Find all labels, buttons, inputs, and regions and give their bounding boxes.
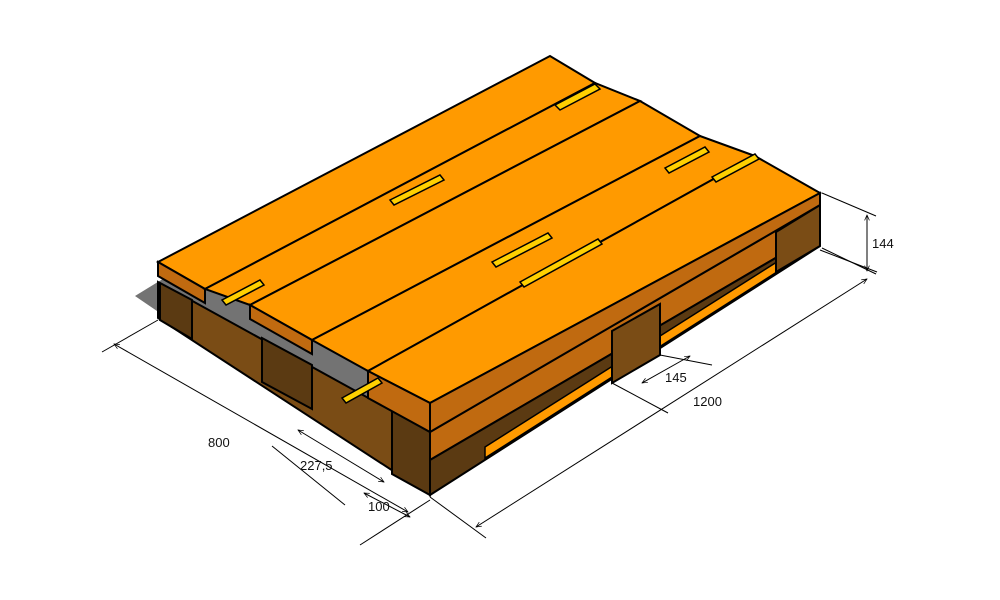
dimension-label-board-width: 227,5 [300, 458, 333, 473]
dimension-label-block-width: 100 [368, 499, 390, 514]
length-extension-right [819, 249, 878, 273]
height-extension-top [821, 192, 877, 217]
pallet-drawing: 144 1200 800 145 227,5 100 [101, 54, 894, 546]
width-extension-left [101, 319, 159, 353]
dimension-label-width: 800 [208, 435, 230, 450]
length-extension-left [429, 496, 487, 539]
pallet-diagram: 144 1200 800 145 227,5 100 [0, 0, 1000, 600]
dimension-label-height: 144 [872, 236, 894, 251]
gap-extension-2 [659, 354, 713, 366]
gap-extension-1 [611, 382, 669, 414]
dimension-label-gap: 145 [665, 370, 687, 385]
dimension-label-length: 1200 [693, 394, 722, 409]
